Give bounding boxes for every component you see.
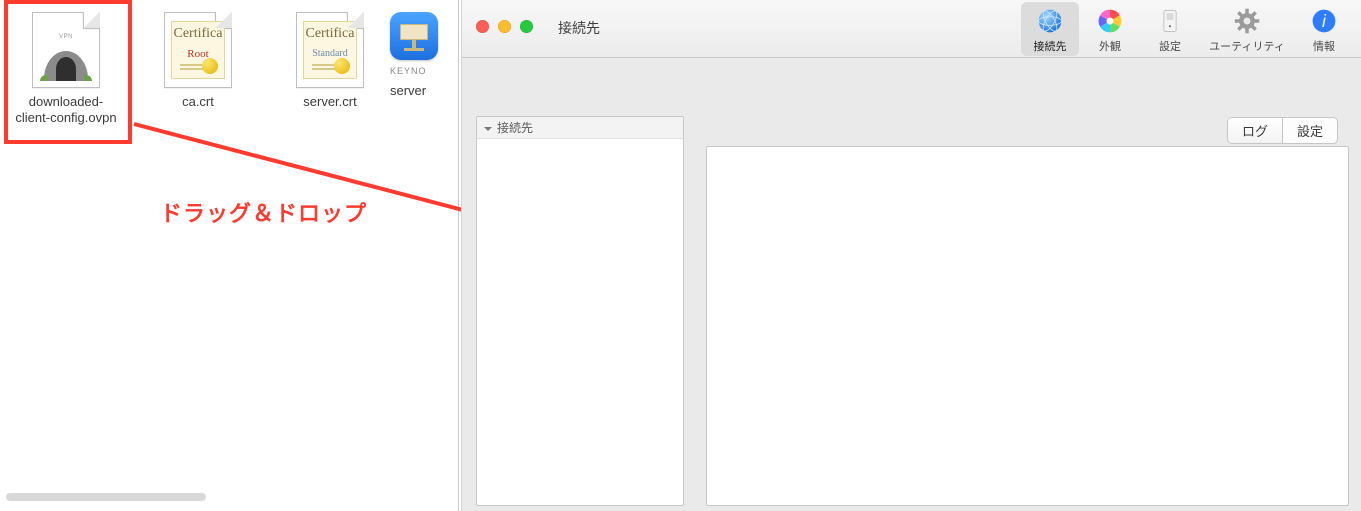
main-panel: ログ 設定 xyxy=(706,116,1361,511)
tunnel-icon xyxy=(44,51,88,81)
cert-heading: Certifica xyxy=(304,26,356,42)
window-title: 接続先 xyxy=(558,18,600,38)
toolbar-label: 接続先 xyxy=(1034,38,1067,54)
file-item-ovpn[interactable]: VPN downloaded- client-config.ovpn xyxy=(0,12,132,125)
keynote-app-icon xyxy=(390,12,438,60)
file-item-keynote[interactable]: KEYNO server xyxy=(390,12,454,98)
zoom-button[interactable] xyxy=(520,20,533,33)
gear-icon xyxy=(1233,7,1261,35)
close-button[interactable] xyxy=(476,20,489,33)
finder-window: VPN downloaded- client-config.ovpn Certi… xyxy=(0,0,459,511)
cert-subline: Standard xyxy=(304,48,356,59)
globe-network-icon xyxy=(1036,7,1064,35)
toolbar-tab-connections[interactable]: 接続先 xyxy=(1021,2,1079,56)
info-icon: i xyxy=(1310,7,1338,35)
toolbar-tab-settings[interactable]: 設定 xyxy=(1141,2,1199,56)
cert-heading: Certifica xyxy=(172,26,224,42)
seg-tab-log[interactable]: ログ xyxy=(1228,118,1282,143)
cert-subline: Root xyxy=(172,48,224,60)
horizontal-scrollbar[interactable] xyxy=(6,493,206,501)
file-item-server-crt[interactable]: Certifica Standard server.crt xyxy=(264,12,396,110)
minimize-button[interactable] xyxy=(498,20,511,33)
window-controls xyxy=(476,20,533,33)
ovpn-tag: VPN xyxy=(59,34,73,40)
file-label: ca.crt xyxy=(182,94,214,110)
switch-icon xyxy=(1156,7,1184,35)
seal-icon xyxy=(202,58,218,74)
sidebar-header-label: 接続先 xyxy=(497,119,533,136)
file-label-truncated: KEYNO xyxy=(390,66,427,77)
seg-tab-settings[interactable]: 設定 xyxy=(1282,118,1337,143)
disclosure-triangle-icon[interactable] xyxy=(483,123,493,133)
log-area[interactable] xyxy=(706,146,1349,506)
preferences-window: 接続先 xyxy=(461,0,1361,511)
connections-sidebar[interactable]: 接続先 xyxy=(476,116,684,506)
preferences-body: 接続先 ログ 設定 xyxy=(462,58,1361,511)
toolbar-tab-info[interactable]: i 情報 xyxy=(1295,2,1353,56)
cert-file-icon: Certifica Root xyxy=(164,12,232,88)
seal-icon xyxy=(334,58,350,74)
toolbar-label: 情報 xyxy=(1313,38,1335,54)
file-label: server.crt xyxy=(303,94,356,110)
toolbar-tab-utility[interactable]: ユーティリティ xyxy=(1201,2,1293,56)
toolbar-label: 外観 xyxy=(1099,38,1121,54)
file-item-ca-crt[interactable]: Certifica Root ca.crt xyxy=(132,12,264,110)
color-wheel-icon xyxy=(1096,7,1124,35)
sidebar-header[interactable]: 接続先 xyxy=(477,117,683,139)
toolbar-tab-appearance[interactable]: 外観 xyxy=(1081,2,1139,56)
annotation-text: ドラッグ＆ドロップ xyxy=(160,196,367,228)
toolbar-label: ユーティリティ xyxy=(1209,38,1285,54)
finder-icon-grid: VPN downloaded- client-config.ovpn Certi… xyxy=(0,0,458,149)
ovpn-file-icon: VPN xyxy=(32,12,100,88)
toolbar: 接続先 外観 xyxy=(1021,2,1353,56)
segmented-control: ログ 設定 xyxy=(1228,118,1337,143)
toolbar-label: 設定 xyxy=(1159,38,1181,54)
cert-file-icon: Certifica Standard xyxy=(296,12,364,88)
file-label: downloaded- client-config.ovpn xyxy=(15,94,116,125)
file-label: server xyxy=(390,83,426,99)
titlebar: 接続先 xyxy=(462,0,1361,58)
